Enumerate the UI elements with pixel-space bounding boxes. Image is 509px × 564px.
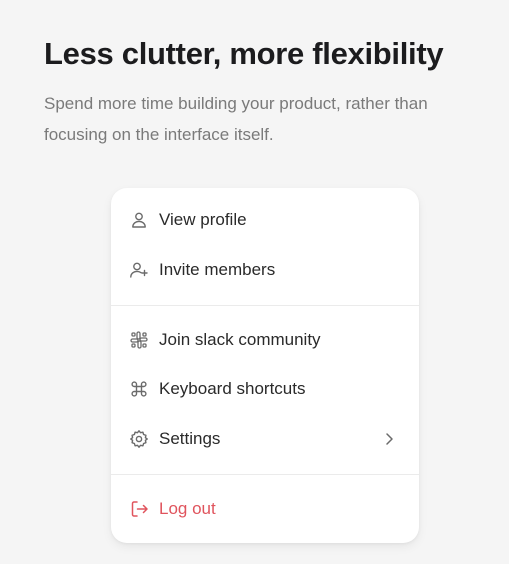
menu-item-label: Settings — [159, 429, 221, 448]
user-icon — [129, 210, 149, 230]
menu-item-keyboard-shortcuts[interactable]: Keyboard shortcuts — [111, 369, 419, 409]
menu-item-invite-members[interactable]: Invite members — [111, 250, 419, 290]
page: Less clutter, more flexibility Spend mor… — [0, 0, 509, 564]
user-plus-icon — [129, 260, 149, 280]
page-title: Less clutter, more flexibility — [44, 36, 444, 71]
menu-item-view-profile[interactable]: View profile — [111, 200, 419, 240]
menu-item-label: Log out — [159, 499, 216, 518]
chevron-right-icon — [386, 433, 393, 445]
menu-item-label: Invite members — [159, 260, 276, 279]
menu-item-settings[interactable]: Settings — [111, 419, 419, 459]
command-icon — [129, 379, 149, 399]
logout-icon — [129, 499, 149, 519]
gear-icon — [129, 429, 149, 449]
menu-item-label: Keyboard shortcuts — [159, 379, 306, 398]
menu-item-label: View profile — [159, 210, 247, 229]
menu-divider — [111, 474, 419, 475]
menu-item-join-slack-community[interactable]: Join slack community — [111, 320, 419, 360]
slack-icon — [129, 330, 149, 350]
page-subtitle: Spend more time building your product, r… — [44, 94, 428, 144]
menu-item-log-out[interactable]: Log out — [111, 489, 419, 529]
menu-item-label: Join slack community — [159, 330, 321, 349]
menu-divider — [111, 305, 419, 306]
dropdown-menu: View profile Invite members Join slack c… — [111, 188, 419, 543]
